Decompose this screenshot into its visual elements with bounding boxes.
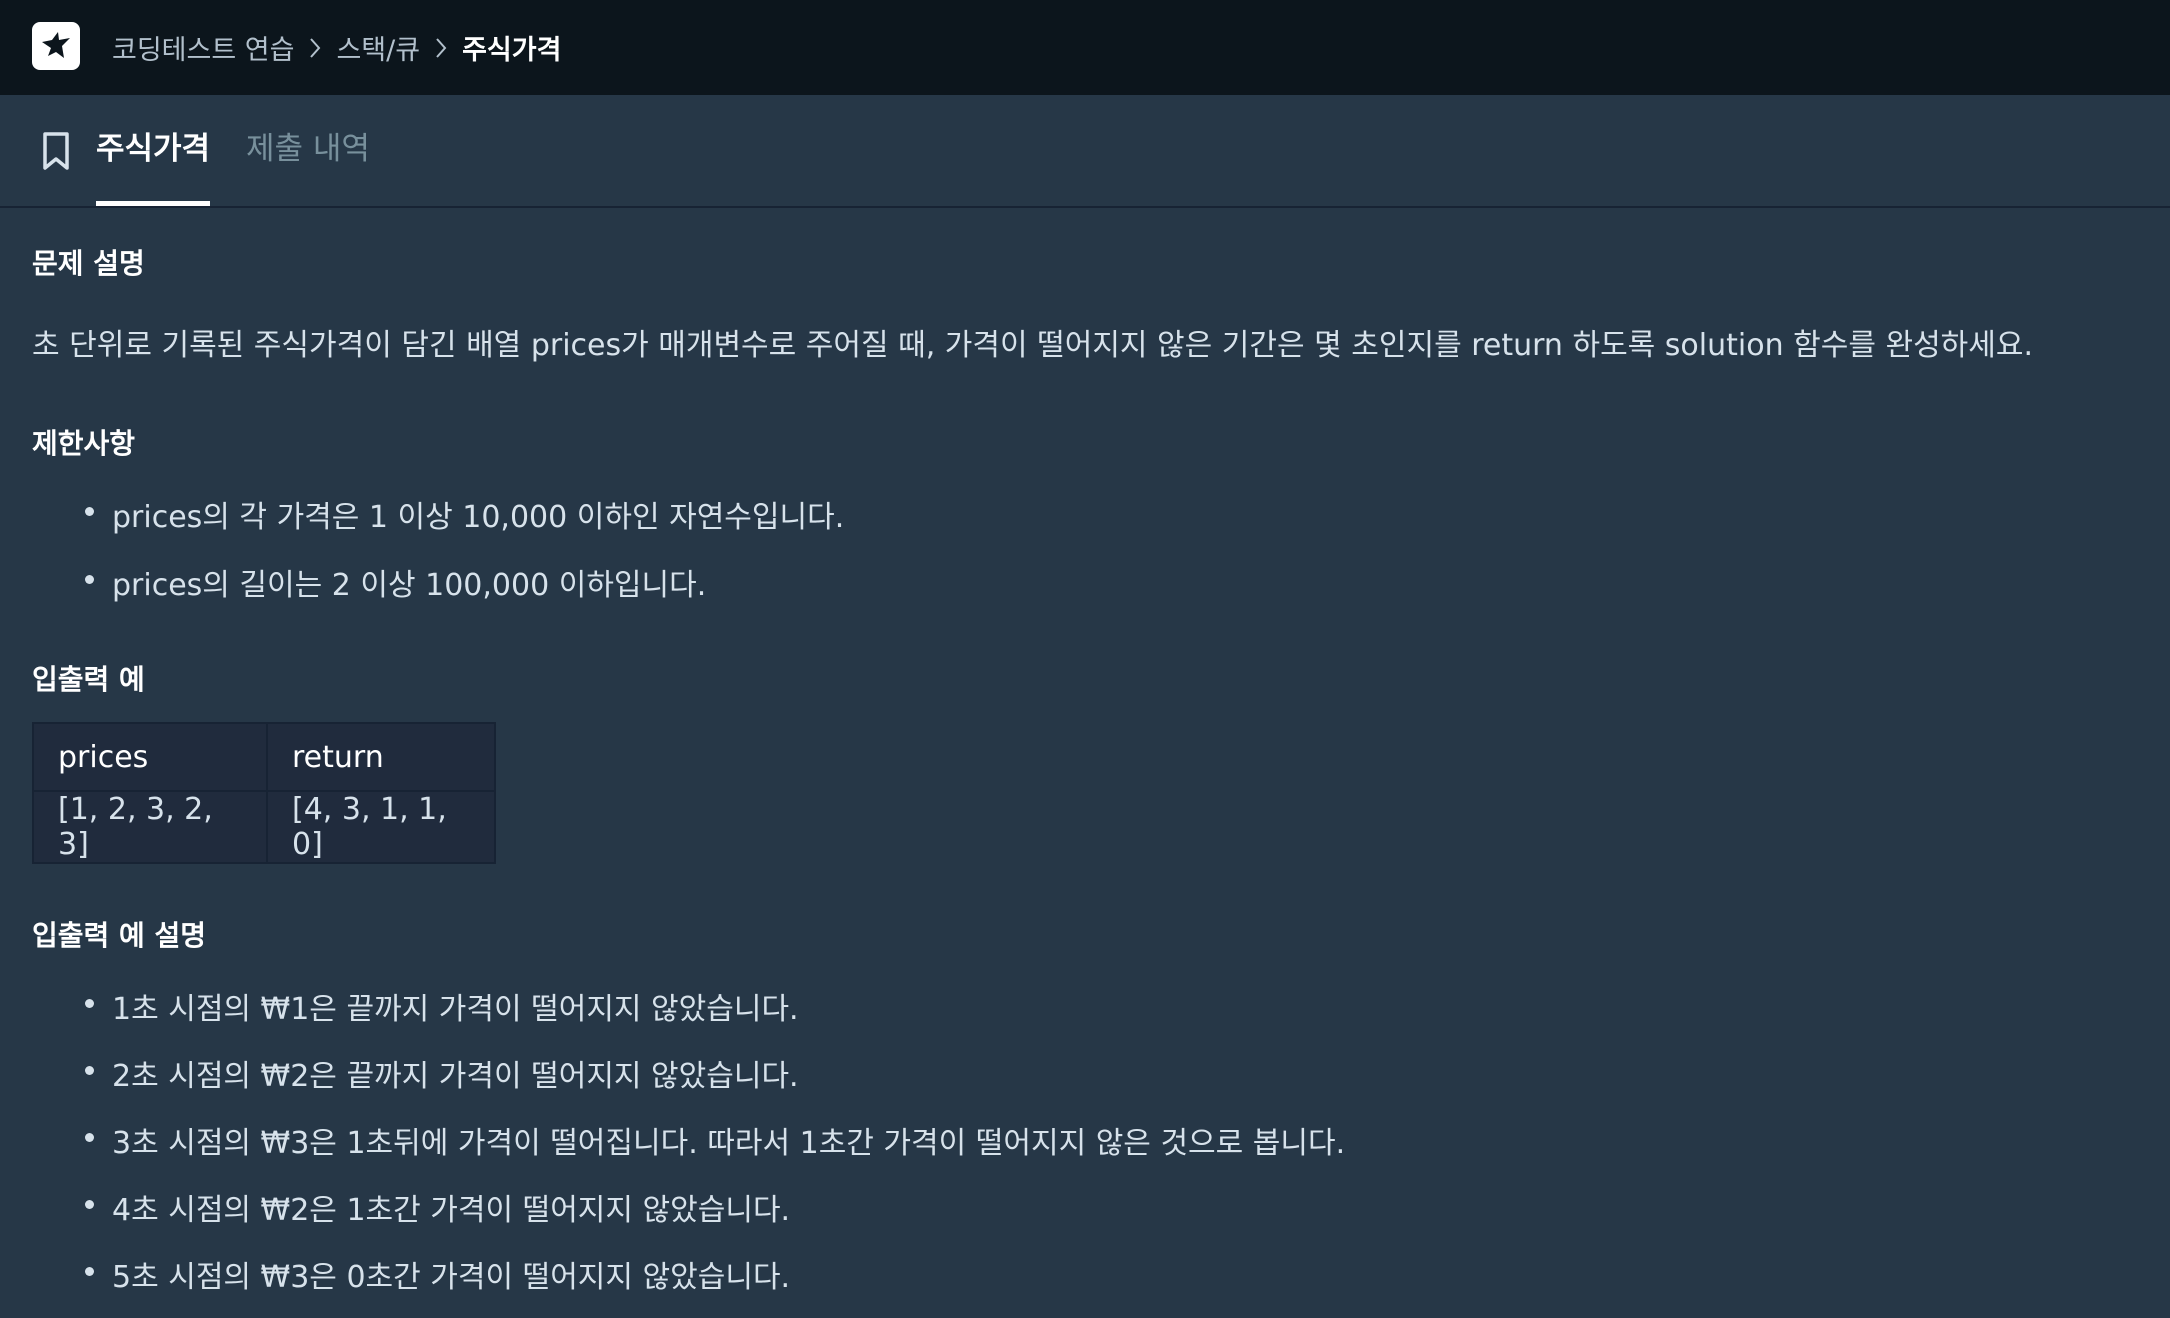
table-cell-return: [4, 3, 1, 1, 0] xyxy=(266,790,496,864)
io-explain-item: 1초 시점의 ₩1은 끝까지 가격이 떨어지지 않았습니다. xyxy=(85,984,799,1028)
constraint-item: prices의 각 가격은 1 이상 10,000 이하인 자연수입니다. xyxy=(85,492,845,536)
breadcrumb-item-stack-queue[interactable]: 스택/큐 xyxy=(336,28,420,67)
io-example-heading: 입출력 예 xyxy=(32,663,145,696)
io-explain-text: 5초 시점의 ₩3은 0초간 가격이 떨어지지 않았습니다. xyxy=(112,1260,791,1295)
bullet xyxy=(85,1267,94,1276)
tab-submissions[interactable]: 제출 내역 xyxy=(246,127,370,175)
top-navigation-bar: 코딩테스트 연습 스택/큐 주식가격 xyxy=(0,0,2170,95)
bookmark-icon[interactable] xyxy=(40,131,72,171)
io-explain-item: 2초 시점의 ₩2은 끝까지 가격이 떨어지지 않았습니다. xyxy=(85,1051,799,1095)
table-header-row: prices return xyxy=(32,722,496,792)
bullet xyxy=(85,507,94,516)
description-text: 초 단위로 기록된 주식가격이 담긴 배열 prices가 매개변수로 주어질 … xyxy=(32,328,2034,363)
io-explain-text: 4초 시점의 ₩2은 1초간 가격이 떨어지지 않았습니다. xyxy=(112,1193,791,1228)
description-heading: 문제 설명 xyxy=(32,247,145,280)
io-explain-item: 5초 시점의 ₩3은 0초간 가격이 떨어지지 않았습니다. xyxy=(85,1252,791,1296)
io-example-table: prices return [1, 2, 3, 2, 3] [4, 3, 1, … xyxy=(32,722,496,864)
programmers-logo-icon[interactable] xyxy=(32,22,80,70)
io-explain-text: 3초 시점의 ₩3은 1초뒤에 가격이 떨어집니다. 따라서 1초간 가격이 떨… xyxy=(112,1126,1346,1161)
bullet xyxy=(85,999,94,1008)
bullet xyxy=(85,1066,94,1075)
io-explain-item: 4초 시점의 ₩2은 1초간 가격이 떨어지지 않았습니다. xyxy=(85,1185,791,1229)
constraint-text: prices의 각 가격은 1 이상 10,000 이하인 자연수입니다. xyxy=(112,500,845,535)
table-header-prices: prices xyxy=(32,722,268,792)
breadcrumb-current: 주식가격 xyxy=(462,35,562,66)
chevron-right-icon xyxy=(434,36,448,60)
tab-problem[interactable]: 주식가격 xyxy=(96,127,211,206)
constraint-item: prices의 길이는 2 이상 100,000 이하입니다. xyxy=(85,560,707,604)
breadcrumb-item-coding-test[interactable]: 코딩테스트 연습 xyxy=(112,28,294,67)
bullet xyxy=(85,575,94,584)
io-explain-text: 1초 시점의 ₩1은 끝까지 가격이 떨어지지 않았습니다. xyxy=(112,992,799,1027)
constraints-heading: 제한사항 xyxy=(32,427,136,460)
bullet xyxy=(85,1200,94,1209)
io-explain-item: 3초 시점의 ₩3은 1초뒤에 가격이 떨어집니다. 따라서 1초간 가격이 떨… xyxy=(85,1118,1346,1162)
chevron-right-icon xyxy=(308,36,322,60)
constraint-text: prices의 길이는 2 이상 100,000 이하입니다. xyxy=(112,568,707,603)
table-cell-prices: [1, 2, 3, 2, 3] xyxy=(32,790,268,864)
bullet xyxy=(85,1133,94,1142)
table-row: [1, 2, 3, 2, 3] [4, 3, 1, 1, 0] xyxy=(32,790,496,864)
io-explain-text: 2초 시점의 ₩2은 끝까지 가격이 떨어지지 않았습니다. xyxy=(112,1059,799,1094)
breadcrumb: 코딩테스트 연습 스택/큐 주식가격 xyxy=(112,0,561,95)
io-explain-heading: 입출력 예 설명 xyxy=(32,919,207,952)
table-header-return: return xyxy=(266,722,496,792)
tab-bar: 주식가격 제출 내역 xyxy=(0,95,2170,208)
